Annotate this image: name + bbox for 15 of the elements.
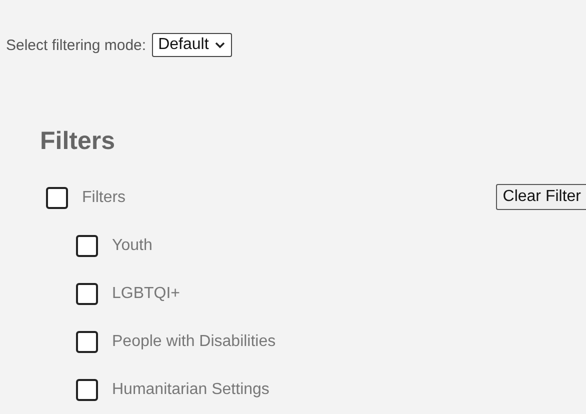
checkbox[interactable] — [76, 379, 98, 401]
checkbox[interactable] — [76, 235, 98, 257]
filter-label: Filters — [82, 189, 126, 207]
clear-filter-button[interactable]: Clear Filter — [496, 184, 586, 210]
checkbox[interactable] — [46, 187, 68, 209]
filter-label: People with Disabilities — [112, 333, 276, 351]
mode-label: Select filtering mode: — [6, 36, 146, 54]
caret-icon — [214, 42, 225, 48]
checkbox[interactable] — [76, 331, 98, 353]
filter-label: Humanitarian Settings — [112, 381, 270, 399]
filters-heading: Filters — [40, 127, 116, 156]
filter-label: LGBTQI+ — [112, 285, 180, 303]
checkbox[interactable] — [76, 283, 98, 305]
filter-label: Youth — [112, 237, 152, 255]
mode-dropdown[interactable]: Default — [152, 33, 232, 57]
